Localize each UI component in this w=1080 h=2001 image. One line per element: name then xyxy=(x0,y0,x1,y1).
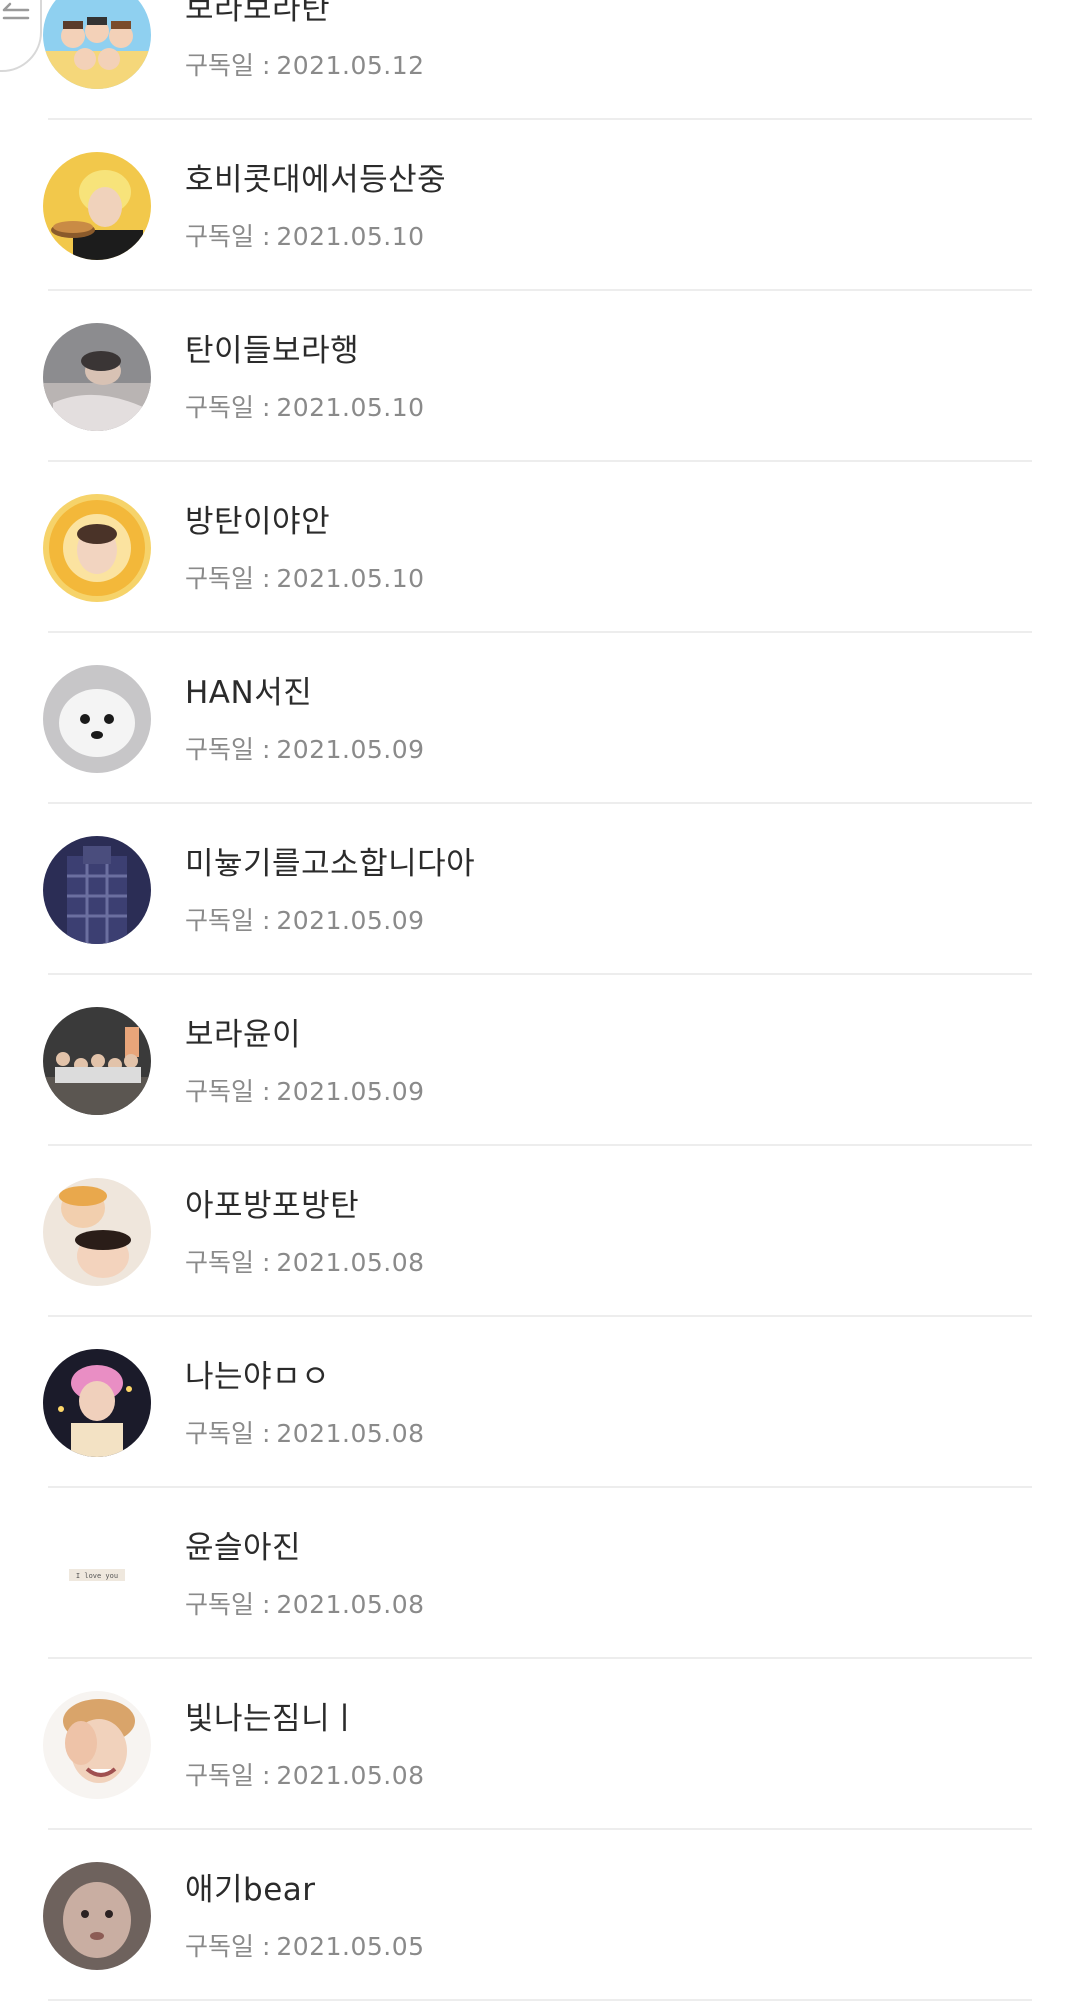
subscriber-row[interactable]: 나는야ㅁㅇ 구독일 :2021.05.08 xyxy=(43,1317,1032,1488)
subscription-info: 구독일 :2021.05.08 xyxy=(185,1756,425,1792)
subscriber-row[interactable]: 빛나는짐니ㅣ 구독일 :2021.05.08 xyxy=(43,1659,1032,1830)
white-puppy-avatar xyxy=(43,665,151,773)
subscription-label: 구독일 : xyxy=(185,735,271,764)
subscriber-nickname: 미늏기를고소합니다아 xyxy=(185,846,476,882)
subscriber-row[interactable]: 보라보라탄 구독일 :2021.05.12 xyxy=(43,0,1032,120)
subscription-date: 2021.05.12 xyxy=(276,51,425,80)
subscription-label: 구독일 : xyxy=(185,1419,271,1448)
subscriber-row[interactable]: 아포방포방탄 구독일 :2021.05.08 xyxy=(43,1146,1032,1317)
subscriber-nickname: HAN서진 xyxy=(185,675,313,711)
subscriber-row[interactable]: 애기bear 구독일 :2021.05.05 xyxy=(43,1830,1032,2001)
subscriber-row[interactable]: I love you 윤슬아진 구독일 :2021.05.08 xyxy=(43,1488,1032,1659)
subscriber-row[interactable]: 미늏기를고소합니다아 구독일 :2021.05.09 xyxy=(43,804,1032,975)
subscription-label: 구독일 : xyxy=(185,906,271,935)
plaid-outfit-avatar xyxy=(43,836,151,944)
group-photo-avatar xyxy=(43,1007,151,1115)
back-arrow-icon xyxy=(2,2,30,20)
subscriber-row[interactable]: 호비콧대에서등산중 구독일 :2021.05.10 xyxy=(43,120,1032,291)
cartoon-group-avatar xyxy=(43,0,151,89)
subscription-label: 구독일 : xyxy=(185,51,271,80)
subscription-date: 2021.05.09 xyxy=(276,735,425,764)
subscription-info: 구독일 :2021.05.08 xyxy=(185,1243,425,1279)
subscription-info: 구독일 :2021.05.08 xyxy=(185,1585,425,1621)
subscriber-row[interactable]: 방탄이야안 구독일 :2021.05.10 xyxy=(43,462,1032,633)
subscription-date: 2021.05.10 xyxy=(276,222,425,251)
note-text: I love you xyxy=(76,1572,118,1580)
subscription-date: 2021.05.09 xyxy=(276,1077,425,1106)
subscription-label: 구독일 : xyxy=(185,222,271,251)
subscription-date: 2021.05.10 xyxy=(276,393,425,422)
subscription-info: 구독일 :2021.05.08 xyxy=(185,1414,425,1450)
pink-hair-person-avatar xyxy=(43,1349,151,1457)
subscriber-nickname: 보라윤이 xyxy=(185,1017,302,1053)
person-lying-avatar xyxy=(43,323,151,431)
subscription-label: 구독일 : xyxy=(185,564,271,593)
sunflower-face-avatar xyxy=(43,494,151,602)
subscription-info: 구독일 :2021.05.10 xyxy=(185,217,425,253)
subscriber-nickname: 호비콧대에서등산중 xyxy=(185,162,447,198)
subscription-label: 구독일 : xyxy=(185,1248,271,1277)
i-love-you-note-avatar: I love you xyxy=(43,1520,151,1628)
subscriber-row[interactable]: 보라윤이 구독일 :2021.05.09 xyxy=(43,975,1032,1146)
subscriber-row[interactable]: HAN서진 구독일 :2021.05.09 xyxy=(43,633,1032,804)
subscription-label: 구독일 : xyxy=(185,1077,271,1106)
subscriber-nickname: 애기bear xyxy=(185,1872,316,1908)
subscriber-nickname: 빛나는짐니ㅣ xyxy=(185,1701,360,1737)
subscription-date: 2021.05.08 xyxy=(276,1419,425,1448)
subscription-label: 구독일 : xyxy=(185,1761,271,1790)
subscriber-nickname: 나는야ㅁㅇ xyxy=(185,1359,331,1395)
subscription-date: 2021.05.09 xyxy=(276,906,425,935)
subscription-info: 구독일 :2021.05.05 xyxy=(185,1927,425,1963)
subscription-date: 2021.05.10 xyxy=(276,564,425,593)
subscriber-nickname: 아포방포방탄 xyxy=(185,1188,360,1224)
subscription-label: 구독일 : xyxy=(185,1932,271,1961)
subscriber-nickname: 탄이들보라행 xyxy=(185,333,360,369)
subscription-date: 2021.05.08 xyxy=(276,1248,425,1277)
subscriber-nickname: 윤슬아진 xyxy=(185,1530,302,1566)
subscription-date: 2021.05.08 xyxy=(276,1590,425,1619)
subscriber-list: 보라보라탄 구독일 :2021.05.12 호비콧대에서등산중 구독일 :202… xyxy=(0,0,1080,2001)
subscriber-nickname: 방탄이야안 xyxy=(185,504,331,540)
two-faces-avatar xyxy=(43,1178,151,1286)
subscription-info: 구독일 :2021.05.09 xyxy=(185,1072,425,1108)
smiling-person-avatar xyxy=(43,1691,151,1799)
subscription-label: 구독일 : xyxy=(185,393,271,422)
subscription-date: 2021.05.08 xyxy=(276,1761,425,1790)
subscription-info: 구독일 :2021.05.09 xyxy=(185,730,425,766)
subscription-info: 구독일 :2021.05.10 xyxy=(185,559,425,595)
subscription-label: 구독일 : xyxy=(185,1590,271,1619)
yellow-hair-person-avatar xyxy=(43,152,151,260)
subscription-info: 구독일 :2021.05.10 xyxy=(185,388,425,424)
subscriber-nickname: 보라보라탄 xyxy=(185,0,331,27)
subscription-date: 2021.05.05 xyxy=(276,1932,425,1961)
baby-face-avatar xyxy=(43,1862,151,1970)
subscriber-row[interactable]: 탄이들보라행 구독일 :2021.05.10 xyxy=(43,291,1032,462)
subscription-info: 구독일 :2021.05.12 xyxy=(185,46,425,82)
subscription-info: 구독일 :2021.05.09 xyxy=(185,901,425,937)
